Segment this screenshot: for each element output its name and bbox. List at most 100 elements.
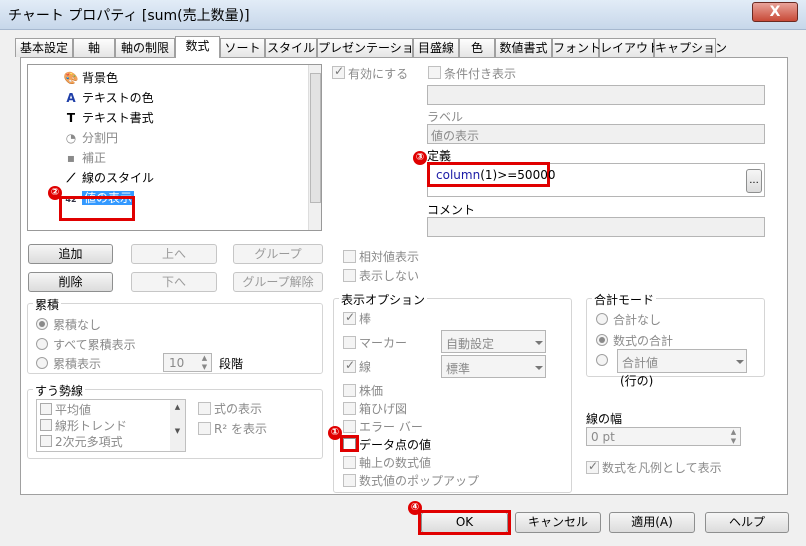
- total-value-select[interactable]: 合計値: [617, 349, 747, 373]
- bar-label: 棒: [359, 312, 372, 326]
- expression-item[interactable]: T テキスト書式: [63, 108, 303, 128]
- trendline-item[interactable]: 線形トレンド: [40, 418, 170, 434]
- stock-label: 株価: [359, 384, 384, 398]
- relative-checkbox[interactable]: [343, 250, 356, 263]
- tab-3[interactable]: 数式: [175, 36, 220, 58]
- spin-up-icon[interactable]: ▲: [198, 354, 211, 362]
- show-in-legend-checkbox[interactable]: [586, 459, 599, 474]
- trendline-item[interactable]: 平均値: [40, 402, 170, 418]
- definition-field[interactable]: column(1)>=50000 ...: [427, 162, 765, 197]
- accumulation-legend: 累積: [33, 296, 62, 313]
- expression-item[interactable]: ▪ 補正: [63, 148, 303, 168]
- invisible-checkbox[interactable]: [343, 269, 356, 282]
- selection-highlight: [59, 196, 135, 221]
- tab-2[interactable]: 軸の制限: [115, 38, 175, 57]
- line-checkbox[interactable]: [343, 358, 356, 373]
- line-select[interactable]: 標準: [441, 355, 546, 378]
- show-r2-checkbox[interactable]: [198, 422, 211, 435]
- stock-checkbox[interactable]: [343, 384, 356, 397]
- cancel-button[interactable]: キャンセル: [515, 512, 601, 533]
- tab-7[interactable]: 目盛線: [413, 38, 459, 57]
- accumulation-all-radio[interactable]: [36, 338, 48, 350]
- add-button[interactable]: 追加: [28, 244, 113, 264]
- marker-checkbox[interactable]: [343, 336, 356, 349]
- line-label: 線: [359, 360, 372, 374]
- browse-button[interactable]: ...: [746, 169, 762, 193]
- marker-select[interactable]: 自動設定: [441, 330, 546, 353]
- annotation-1: ①: [328, 426, 342, 440]
- expression-item[interactable]: 🎨 背景色: [63, 68, 303, 88]
- trendline-checkbox[interactable]: [40, 419, 52, 431]
- delete-button[interactable]: 削除: [28, 272, 113, 292]
- expression-item[interactable]: A テキストの色: [63, 88, 303, 108]
- scroll-thumb[interactable]: [310, 73, 321, 203]
- trendline-checkbox[interactable]: [40, 403, 52, 415]
- spin-up-icon[interactable]: ▲: [727, 428, 740, 436]
- accumulation-all-label: すべて累積表示: [53, 338, 136, 352]
- tab-5[interactable]: スタイル: [265, 38, 317, 57]
- values-on-data-highlight: [340, 435, 359, 452]
- annotation-2: ②: [48, 186, 62, 200]
- tab-4[interactable]: ソート: [220, 38, 265, 57]
- show-in-legend-label: 数式を凡例として表示: [602, 461, 722, 475]
- total-mode-legend: 合計モード: [592, 291, 657, 308]
- total-value-radio[interactable]: [596, 354, 608, 366]
- expression-item-label: 補正: [82, 151, 107, 165]
- expression-item-label: 分割円: [82, 131, 119, 145]
- trendline-item[interactable]: 2次元多項式: [40, 434, 170, 450]
- expression-item-label: テキストの色: [82, 91, 154, 105]
- down-button[interactable]: 下へ: [131, 272, 217, 292]
- trendline-label: 平均値: [55, 403, 92, 417]
- steps-spinner[interactable]: 10 ▲ ▼: [163, 353, 212, 372]
- total-sum-radio[interactable]: [596, 334, 608, 346]
- accumulation-none-radio[interactable]: [36, 318, 48, 330]
- conditional-field[interactable]: [427, 85, 765, 105]
- label-field[interactable]: 値の表示: [427, 124, 765, 144]
- tab-12[interactable]: キャプション: [654, 38, 727, 57]
- enable-label: 有効にする: [348, 67, 409, 81]
- steps-value: 10: [169, 356, 185, 370]
- close-button[interactable]: X: [752, 2, 798, 22]
- label-value: 値の表示: [431, 129, 480, 143]
- invisible-label: 表示しない: [359, 269, 420, 283]
- bar-checkbox[interactable]: [343, 310, 356, 325]
- text-on-axis-checkbox[interactable]: [343, 456, 356, 469]
- comment-field[interactable]: [427, 217, 765, 237]
- ok-highlight: [418, 510, 511, 535]
- apply-button[interactable]: 適用(A): [609, 512, 695, 533]
- tab-1[interactable]: 軸: [73, 38, 115, 57]
- ungroup-button[interactable]: グループ解除: [233, 272, 323, 292]
- tree-scrollbar[interactable]: [308, 65, 321, 230]
- trendline-label: 2次元多項式: [55, 435, 123, 449]
- show-equation-checkbox[interactable]: [198, 402, 211, 415]
- total-value-label: 合計値: [622, 356, 659, 370]
- conditional-label: 条件付き表示: [444, 67, 517, 81]
- title-bar: チャート プロパティ [sum(売上数量)] X: [0, 0, 806, 30]
- help-button[interactable]: ヘルプ: [705, 512, 789, 533]
- group-button[interactable]: グループ: [233, 244, 323, 264]
- trend-scrollbar[interactable]: ▲ ▼: [170, 400, 185, 451]
- spin-down-icon[interactable]: ▼: [727, 437, 740, 445]
- enable-checkbox[interactable]: [332, 64, 345, 79]
- spin-down-icon[interactable]: ▼: [198, 363, 211, 371]
- trendline-checkbox[interactable]: [40, 435, 52, 447]
- accumulation-show-radio[interactable]: [36, 357, 48, 369]
- tab-10[interactable]: フォント: [552, 38, 601, 57]
- conditional-checkbox[interactable]: [428, 66, 441, 79]
- tab-9[interactable]: 数値書式: [495, 38, 552, 57]
- total-none-radio[interactable]: [596, 313, 608, 325]
- expression-item[interactable]: ⟋ 線のスタイル: [63, 168, 303, 188]
- tab-0[interactable]: 基本設定: [15, 38, 73, 57]
- error-checkbox[interactable]: [343, 420, 356, 433]
- tab-6[interactable]: プレゼンテーション: [317, 38, 426, 57]
- up-button[interactable]: 上へ: [131, 244, 217, 264]
- box-checkbox[interactable]: [343, 402, 356, 415]
- line-width-spinner[interactable]: 0 pt ▲ ▼: [586, 427, 741, 446]
- tab-8[interactable]: 色: [459, 38, 495, 57]
- chevron-down-icon: [535, 366, 543, 370]
- tab-11[interactable]: レイアウト: [599, 38, 660, 57]
- expression-item[interactable]: ◔ 分割円: [63, 128, 303, 148]
- popup-checkbox[interactable]: [343, 474, 356, 487]
- trendline-list[interactable]: 平均値 線形トレンド 2次元多項式 ▲ ▼: [36, 399, 186, 452]
- show-equation-label: 式の表示: [214, 402, 263, 416]
